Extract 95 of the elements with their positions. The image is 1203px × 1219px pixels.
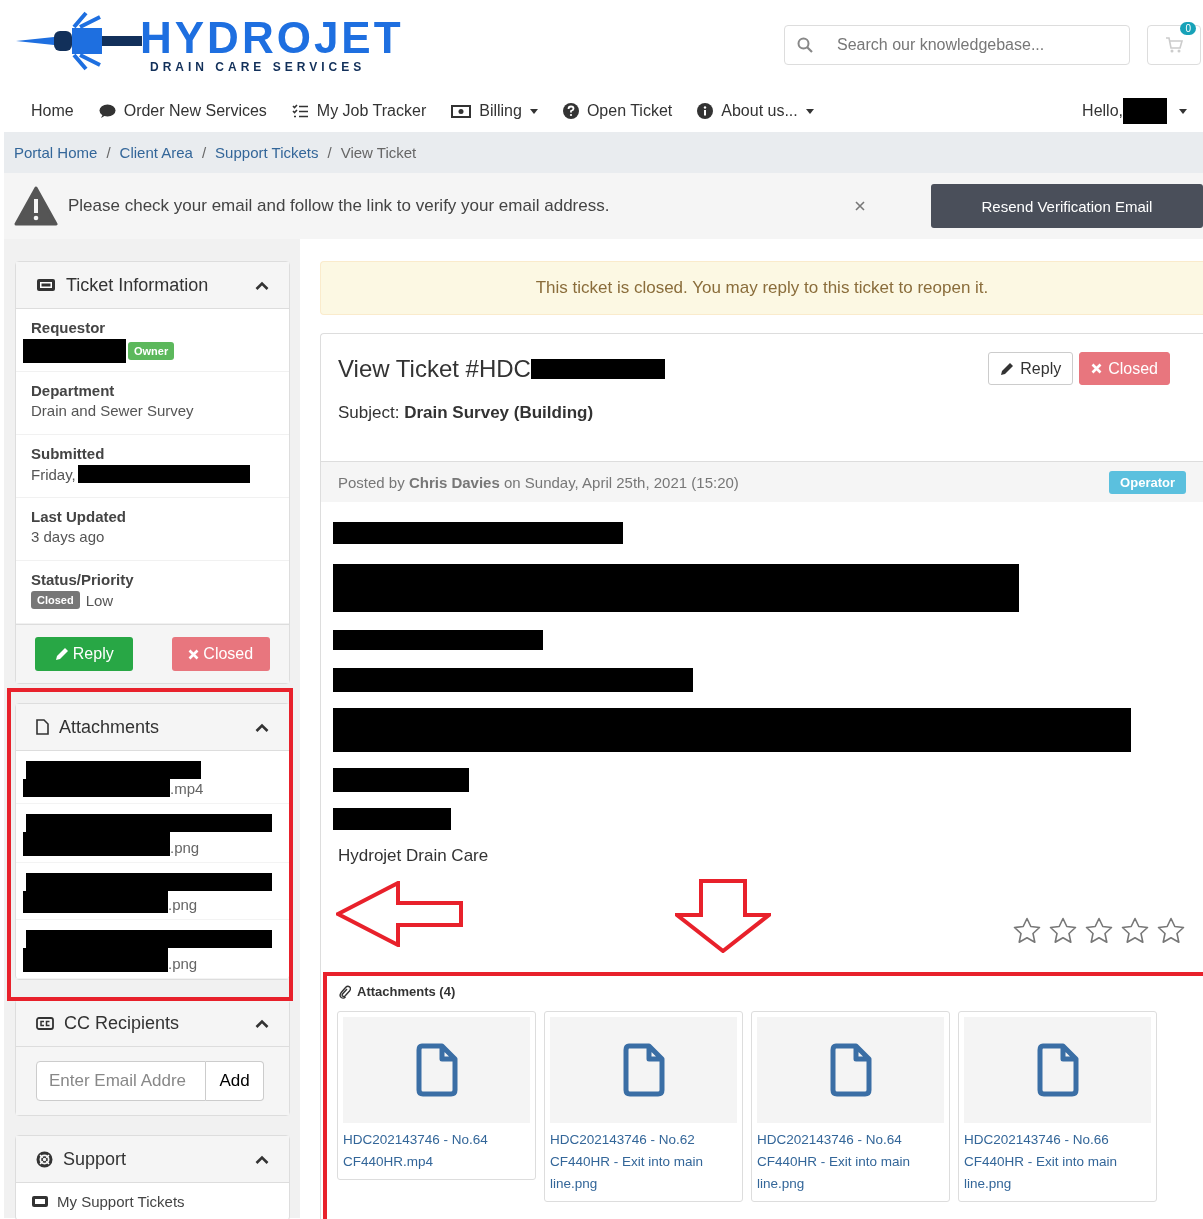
chevron-up-icon[interactable]	[255, 280, 269, 290]
logo-tagline: DRAIN CARE SERVICES	[150, 60, 367, 74]
breadcrumb-link[interactable]: Client Area	[119, 144, 193, 161]
attachment-filename: HDC202143746 - No.64 CF440HR - Exit into main line.png	[757, 1131, 912, 1193]
field-value: Friday,	[31, 465, 76, 483]
file-icon	[622, 1043, 665, 1097]
breadcrumb-separator: /	[201, 144, 207, 161]
field-value: 3 days ago	[31, 528, 105, 545]
redaction-bar	[1123, 98, 1167, 124]
post-byline: Posted by Chris Davies on Sunday, April 25th, 2021 (15:20)	[338, 473, 739, 491]
chevron-up-icon[interactable]	[255, 1018, 269, 1028]
field-label: Submitted	[31, 445, 106, 462]
panel-title: Support	[63, 1148, 127, 1170]
attachment-tile[interactable]: HDC202143746 - No.66 CF440HR - Exit into main line.png	[958, 1011, 1157, 1202]
reply-button[interactable]: Reply	[988, 352, 1074, 385]
star-icon[interactable]	[1121, 917, 1149, 944]
file-icon	[1036, 1043, 1079, 1097]
attachment-link[interactable]: .png	[168, 955, 198, 972]
pencil-icon	[54, 647, 69, 661]
star-rating[interactable]	[1013, 917, 1185, 944]
field-label: Requestor	[31, 319, 107, 336]
nav-link[interactable]: Home	[31, 102, 74, 120]
banknote-icon	[451, 104, 472, 118]
field-value: Drain and Sewer Survey	[31, 402, 194, 419]
breadcrumb-link[interactable]: Portal Home	[14, 144, 98, 161]
logo-wordmark: HYDROJET	[140, 16, 404, 60]
owner-badge: Owner	[128, 342, 175, 360]
ticket-subject: Subject: Drain Survey (Building)	[338, 403, 595, 423]
signature: Hydrojet Drain Care	[338, 846, 489, 866]
lifebuoy-icon	[36, 1150, 53, 1168]
cart-count-badge: 0	[1180, 22, 1196, 35]
closed-notice: This ticket is closed. You may reply to this ticket to reopen it.	[320, 261, 1203, 315]
checklist-icon	[291, 103, 309, 119]
file-icon	[829, 1043, 872, 1097]
caret-icon	[805, 108, 814, 114]
field-label: Department	[31, 382, 116, 399]
attachment-link[interactable]: .mp4	[170, 780, 204, 797]
add-button[interactable]: Add	[206, 1061, 264, 1101]
breadcrumb-current: View Ticket	[340, 144, 417, 161]
star-icon[interactable]	[1085, 917, 1113, 944]
caret-icon	[529, 108, 538, 114]
chat-icon	[98, 103, 116, 119]
chevron-up-icon[interactable]	[255, 722, 269, 732]
support-menu-item[interactable]: My Support Tickets	[16, 1183, 289, 1219]
caret-icon	[1179, 108, 1187, 114]
resend-email-button[interactable]: Resend Verification Email	[931, 184, 1203, 228]
status-badge: Closed	[31, 591, 80, 609]
cart-icon	[1165, 37, 1183, 53]
breadcrumb-link[interactable]: Support Tickets	[215, 144, 319, 161]
nav-link[interactable]: My Job Tracker	[291, 102, 427, 120]
star-icon[interactable]	[1013, 917, 1041, 944]
field-label: Last Updated	[31, 508, 127, 525]
email-input[interactable]: Enter Email Addre	[36, 1061, 206, 1101]
attachment-tile[interactable]: HDC202143746 - No.62 CF440HR - Exit into main line.png	[544, 1011, 743, 1202]
attachment-tile[interactable]: HDC202143746 - No.64 CF440HR - Exit into main line.png	[751, 1011, 950, 1202]
panel-title: Attachments	[59, 716, 160, 738]
question-circle-icon	[562, 103, 579, 119]
panel-title: CC Recipients	[64, 1012, 180, 1034]
ticket-icon	[36, 278, 56, 292]
attachment-link[interactable]: .png	[168, 896, 198, 913]
closed-captions-icon	[36, 1016, 54, 1030]
search-field[interactable]: Search our knowledgebase...	[784, 25, 1130, 65]
search-icon	[797, 37, 813, 53]
close-icon	[188, 648, 200, 660]
warning-icon	[14, 186, 58, 226]
nav-link[interactable]: Open Ticket	[562, 102, 673, 120]
ticket-icon	[31, 1195, 49, 1208]
nav-link[interactable]: About us...	[697, 102, 814, 120]
nav-link[interactable]: Billing	[451, 102, 538, 120]
alert-message: Please check your email and follow the link to verify your email address.	[68, 196, 610, 216]
star-icon[interactable]	[1157, 917, 1185, 944]
attachment-filename: HDC202143746 - No.66 CF440HR - Exit into main line.png	[964, 1131, 1119, 1193]
attachment-filename: HDC202143746 - No.62 CF440HR - Exit into main line.png	[550, 1131, 705, 1193]
attachment-link[interactable]: .png	[170, 839, 200, 856]
chevron-up-icon[interactable]	[255, 1154, 269, 1164]
account-menu[interactable]: Hello,	[1082, 98, 1187, 124]
star-icon[interactable]	[1049, 917, 1077, 944]
paperclip-icon	[339, 984, 351, 999]
close-icon	[1091, 363, 1103, 374]
close-icon[interactable]	[855, 201, 865, 211]
breadcrumb-separator: /	[327, 144, 332, 161]
priority-value: Low	[85, 591, 114, 609]
pencil-icon	[1000, 361, 1015, 376]
info-circle-icon	[697, 103, 714, 119]
attachment-tile[interactable]: HDC202143746 - No.64 CF440HR.mp4	[337, 1011, 536, 1180]
attachments-heading: Attachments (4)	[357, 984, 456, 999]
document-icon	[36, 719, 49, 735]
attachment-filename: HDC202143746 - No.64 CF440HR.mp4	[343, 1131, 489, 1171]
field-label: Status/Priority	[31, 571, 135, 588]
panel-title: Ticket Information	[66, 274, 209, 296]
ticket-title: View Ticket #HDC	[338, 354, 531, 383]
file-icon	[415, 1043, 458, 1097]
nav-link[interactable]: Order New Services	[98, 102, 267, 120]
operator-badge: Operator	[1109, 470, 1186, 494]
breadcrumb-separator: /	[106, 144, 111, 161]
